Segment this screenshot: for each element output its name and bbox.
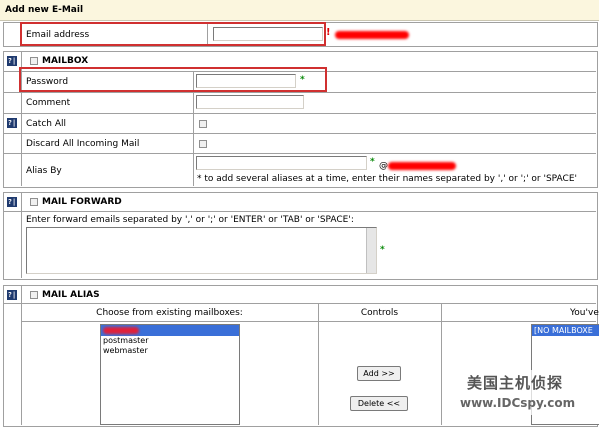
- catch-all-label: Catch All: [26, 119, 66, 129]
- divider: [441, 303, 442, 425]
- forward-checkbox[interactable]: [30, 198, 38, 206]
- alias-hint: * to add several aliases at a time, ente…: [197, 174, 577, 184]
- page-header: [0, 0, 599, 21]
- redacted-domain: [335, 31, 409, 39]
- list-item[interactable]: webmaster: [101, 346, 239, 356]
- add-button[interactable]: Add >>: [357, 366, 401, 381]
- list-item[interactable]: [NO MAILBOXE: [532, 325, 599, 336]
- watermark-url: www.IDCspy.com: [460, 396, 576, 410]
- divider: [21, 192, 22, 278]
- existing-mailboxes-list[interactable]: postmaster webmaster: [100, 324, 240, 425]
- catch-all-checkbox[interactable]: [199, 120, 207, 128]
- mailbox-checkbox[interactable]: [30, 57, 38, 65]
- required-mark: *: [380, 245, 385, 255]
- choose-mailboxes-header: Choose from existing mailboxes:: [96, 308, 243, 318]
- highlight-box: [19, 67, 327, 92]
- comment-label: Comment: [26, 98, 71, 108]
- delete-button[interactable]: Delete <<: [350, 396, 408, 411]
- discard-checkbox[interactable]: [199, 140, 207, 148]
- divider: [318, 303, 319, 425]
- divider: [21, 285, 22, 425]
- help-icon[interactable]: ?|: [7, 290, 17, 300]
- divider: [3, 303, 596, 304]
- highlight-box: [20, 22, 326, 46]
- list-item[interactable]: [101, 325, 239, 336]
- help-icon[interactable]: ?|: [7, 56, 17, 66]
- alias-section-title: MAIL ALIAS: [42, 290, 100, 300]
- divider: [21, 321, 596, 322]
- textarea-scrollbar[interactable]: [366, 228, 376, 273]
- divider: [3, 113, 596, 114]
- help-icon[interactable]: ?|: [7, 118, 17, 128]
- discard-label: Discard All Incoming Mail: [26, 139, 140, 149]
- required-mark: !: [326, 27, 331, 38]
- divider: [3, 92, 596, 93]
- divider: [3, 211, 596, 212]
- alias-field[interactable]: [196, 156, 367, 170]
- required-mark: *: [370, 157, 375, 167]
- selected-header: You've: [570, 308, 599, 318]
- mailbox-section-title: MAILBOX: [42, 56, 89, 66]
- watermark-text-cn: 美国主机侦探: [467, 374, 564, 392]
- controls-header: Controls: [360, 308, 399, 318]
- divider: [3, 133, 596, 134]
- list-item[interactable]: postmaster: [101, 336, 239, 346]
- redacted-mailbox: [103, 327, 139, 334]
- forward-instructions: Enter forward emails separated by ',' or…: [26, 215, 354, 225]
- alias-at-sign: @: [379, 161, 388, 171]
- alias-by-label: Alias By: [26, 166, 62, 176]
- redacted-domain: [388, 162, 456, 170]
- forward-textarea[interactable]: [26, 227, 377, 274]
- alias-checkbox[interactable]: [30, 291, 38, 299]
- forward-section-title: MAIL FORWARD: [42, 197, 122, 207]
- help-icon[interactable]: ?|: [7, 197, 17, 207]
- page-title: Add new E-Mail: [5, 5, 84, 15]
- comment-field[interactable]: [196, 95, 304, 109]
- divider: [3, 153, 596, 154]
